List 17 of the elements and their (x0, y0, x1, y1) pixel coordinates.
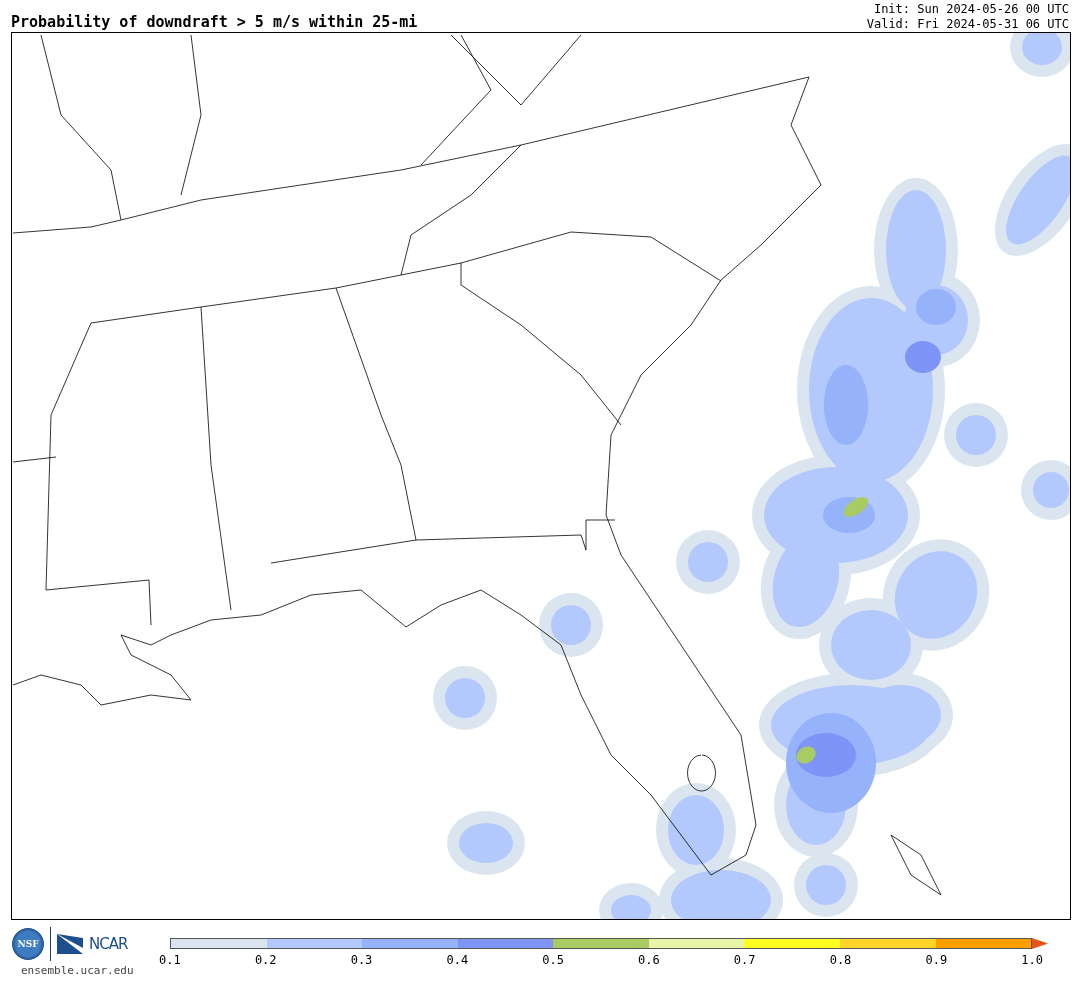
colorbar-tick-label: 0.6 (637, 953, 661, 967)
chart-title: Probability of downdraft > 5 m/s within 25-mi (11, 12, 418, 32)
init-time: Init: Sun 2024-05-26 00 UTC (873, 2, 1069, 17)
valid-time: Valid: Fri 2024-05-31 06 UTC (866, 17, 1069, 32)
colorbar-tick-label: 0.3 (349, 953, 374, 967)
colorbar-tick-label: 0.8 (828, 953, 853, 967)
colorbar-tick-label: 0.2 (253, 953, 278, 967)
ncar-logo-icon (57, 934, 83, 954)
colorbar-tick-label: 1.0 (1020, 953, 1044, 967)
colorbar-tick-label: 0.4 (445, 953, 470, 967)
colorbar-tick-label: 0.1 (158, 953, 182, 967)
colorbar-tick-label: 0.5 (541, 953, 565, 967)
ncar-logo-text: NCAR (89, 935, 128, 953)
nsf-logo: NSF (12, 928, 44, 960)
site-url: ensemble.ucar.edu (21, 964, 135, 977)
colorbar-tick-label: 0.9 (924, 953, 949, 967)
colorbar-tick-label: 0.7 (732, 953, 757, 967)
